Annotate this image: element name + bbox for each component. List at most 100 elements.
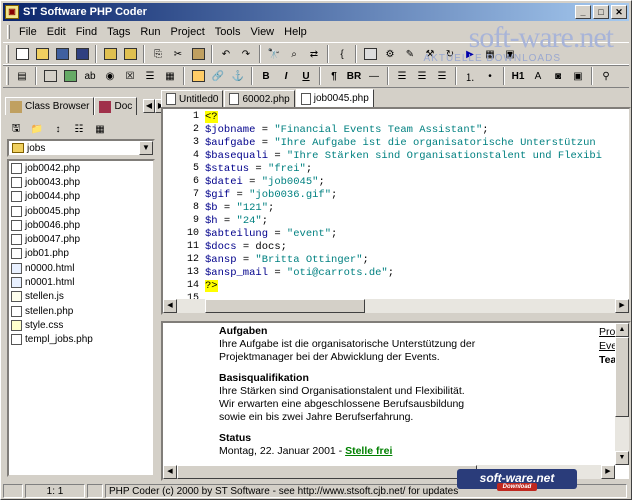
stelle-frei-link[interactable]: Stelle frei <box>345 445 392 457</box>
save-all-icon[interactable] <box>73 45 91 63</box>
tab-left-arrow-icon[interactable]: ◀ <box>143 99 155 113</box>
new-file-icon[interactable] <box>13 45 31 63</box>
search-icon[interactable]: ⚲ <box>597 67 615 85</box>
menu-find[interactable]: Find <box>71 26 102 38</box>
italic-button[interactable]: I <box>277 67 295 85</box>
list-view-icon[interactable]: ☷ <box>71 121 87 137</box>
scroll-left-icon[interactable]: ◀ <box>163 465 177 479</box>
detail-view-icon[interactable]: ▦ <box>92 121 108 137</box>
bold-button[interactable]: B <box>257 67 275 85</box>
find-next-icon[interactable]: ⌕ <box>285 45 303 63</box>
code-line: $basequali = "Ihre Stärken sind Organisa… <box>205 150 602 163</box>
paste-icon[interactable] <box>189 45 207 63</box>
editor-horizontal-scrollbar[interactable]: ◀ ▶ <box>163 299 629 313</box>
code-editor[interactable]: 123456789101112131415 <?$jobname = "Fina… <box>161 107 631 315</box>
file-list-item[interactable]: job0046.php <box>9 218 153 232</box>
scroll-right-icon[interactable]: ▶ <box>601 465 615 479</box>
save-project-icon[interactable] <box>121 45 139 63</box>
align-center-icon[interactable]: ☰ <box>413 67 431 85</box>
file-list-item[interactable]: n0001.html <box>9 275 153 289</box>
minimize-button[interactable]: _ <box>575 5 591 19</box>
replace-icon[interactable]: ⇄ <box>305 45 323 63</box>
undo-icon[interactable]: ↶ <box>217 45 235 63</box>
open-file-icon[interactable] <box>33 45 51 63</box>
maximize-button[interactable]: □ <box>593 5 609 19</box>
open-project-icon[interactable] <box>101 45 119 63</box>
color-icon[interactable]: ◙ <box>549 67 567 85</box>
list-icon[interactable]: ☰ <box>141 67 159 85</box>
heading-button[interactable]: H1 <box>509 67 527 85</box>
file-list-item[interactable]: n0000.html <box>9 261 153 275</box>
tab-job0045[interactable]: job0045.php <box>295 89 374 107</box>
image-icon[interactable] <box>189 67 207 85</box>
tab-untitled0[interactable]: Untitled0 <box>161 90 224 107</box>
folder-select[interactable]: jobs ▼ <box>7 139 155 157</box>
scroll-right-icon[interactable]: ▶ <box>615 299 629 313</box>
linebreak-button[interactable]: BR <box>345 67 363 85</box>
menu-edit[interactable]: Edit <box>42 26 71 38</box>
scroll-thumb[interactable] <box>205 299 365 313</box>
tab-class-browser[interactable]: Class Browser <box>5 97 95 115</box>
save-icon[interactable] <box>53 45 71 63</box>
file-list-item[interactable]: style.css <box>9 318 153 332</box>
close-button[interactable]: ✕ <box>611 5 627 19</box>
menu-project[interactable]: Project <box>166 26 210 38</box>
file-list-item[interactable]: job0047.php <box>9 232 153 246</box>
file-list-item[interactable]: job0044.php <box>9 190 153 204</box>
copy-icon[interactable]: ⎘ <box>149 45 167 63</box>
find-icon[interactable]: 🔭 <box>265 45 283 63</box>
file-list-item[interactable]: stellen.js <box>9 290 153 304</box>
menu-tags[interactable]: Tags <box>102 26 135 38</box>
file-list-item[interactable]: templ_jobs.php <box>9 333 153 347</box>
label-icon[interactable]: ab <box>81 67 99 85</box>
menu-file[interactable]: File <box>14 26 42 38</box>
tab-doc[interactable]: Doc <box>94 97 138 115</box>
menu-view[interactable]: View <box>245 26 279 38</box>
preview-scroll-thumb[interactable] <box>615 337 629 417</box>
preview-vertical-scrollbar[interactable]: ▲ ▼ <box>615 323 629 465</box>
file-list-item[interactable]: job0043.php <box>9 175 153 189</box>
checkbox-icon[interactable]: ☒ <box>121 67 139 85</box>
sort-icon[interactable]: ↕ <box>50 121 66 137</box>
chevron-down-icon[interactable]: ▼ <box>139 141 153 155</box>
file-list-item[interactable]: job0045.php <box>9 204 153 218</box>
underline-button[interactable]: U <box>297 67 315 85</box>
settings-icon[interactable]: ⚙ <box>381 45 399 63</box>
form-icon[interactable]: ▤ <box>13 67 31 85</box>
menu-help[interactable]: Help <box>279 26 312 38</box>
radio-icon[interactable]: ◉ <box>101 67 119 85</box>
menu-tools[interactable]: Tools <box>210 26 246 38</box>
preview-hscroll-thumb[interactable] <box>177 465 477 479</box>
preview-side-link[interactable]: Pro <box>599 326 615 338</box>
textbox-icon[interactable] <box>41 67 59 85</box>
code-token: ; <box>331 189 338 201</box>
file-list-item[interactable]: job0042.php <box>9 161 153 175</box>
font-icon[interactable]: A <box>529 67 547 85</box>
code-area[interactable]: <? $jobname = "Financial Events Team Assi… <box>205 109 629 313</box>
frame-icon[interactable]: ▣ <box>569 67 587 85</box>
cut-icon[interactable]: ✂ <box>169 45 187 63</box>
align-left-icon[interactable]: ☰ <box>393 67 411 85</box>
anchor-icon[interactable]: ⚓ <box>229 67 247 85</box>
table-icon[interactable]: ▦ <box>161 67 179 85</box>
scroll-down-icon[interactable]: ▼ <box>615 451 629 465</box>
file-list-item[interactable]: job01.php <box>9 247 153 261</box>
file-list-item[interactable]: stellen.php <box>9 304 153 318</box>
unordered-list-icon[interactable]: • <box>481 67 499 85</box>
align-right-icon[interactable]: ☰ <box>433 67 451 85</box>
scroll-left-icon[interactable]: ◀ <box>163 299 177 313</box>
goto-line-icon[interactable]: { <box>333 45 351 63</box>
menu-run[interactable]: Run <box>135 26 165 38</box>
drive-icon[interactable]: 🖫 <box>8 121 24 137</box>
scroll-up-icon[interactable]: ▲ <box>615 323 629 337</box>
tab-60002[interactable]: 60002.php <box>224 90 295 107</box>
image-field-icon[interactable] <box>61 67 79 85</box>
ordered-list-icon[interactable]: ⒈ <box>461 67 479 85</box>
edit-icon[interactable]: ✎ <box>401 45 419 63</box>
hr-icon[interactable]: ― <box>365 67 383 85</box>
redo-icon[interactable]: ↷ <box>237 45 255 63</box>
link-icon[interactable]: 🔗 <box>209 67 227 85</box>
browser-icon[interactable] <box>361 45 379 63</box>
paragraph-button[interactable]: ¶ <box>325 67 343 85</box>
folder-up-icon[interactable]: 📁 <box>29 121 45 137</box>
